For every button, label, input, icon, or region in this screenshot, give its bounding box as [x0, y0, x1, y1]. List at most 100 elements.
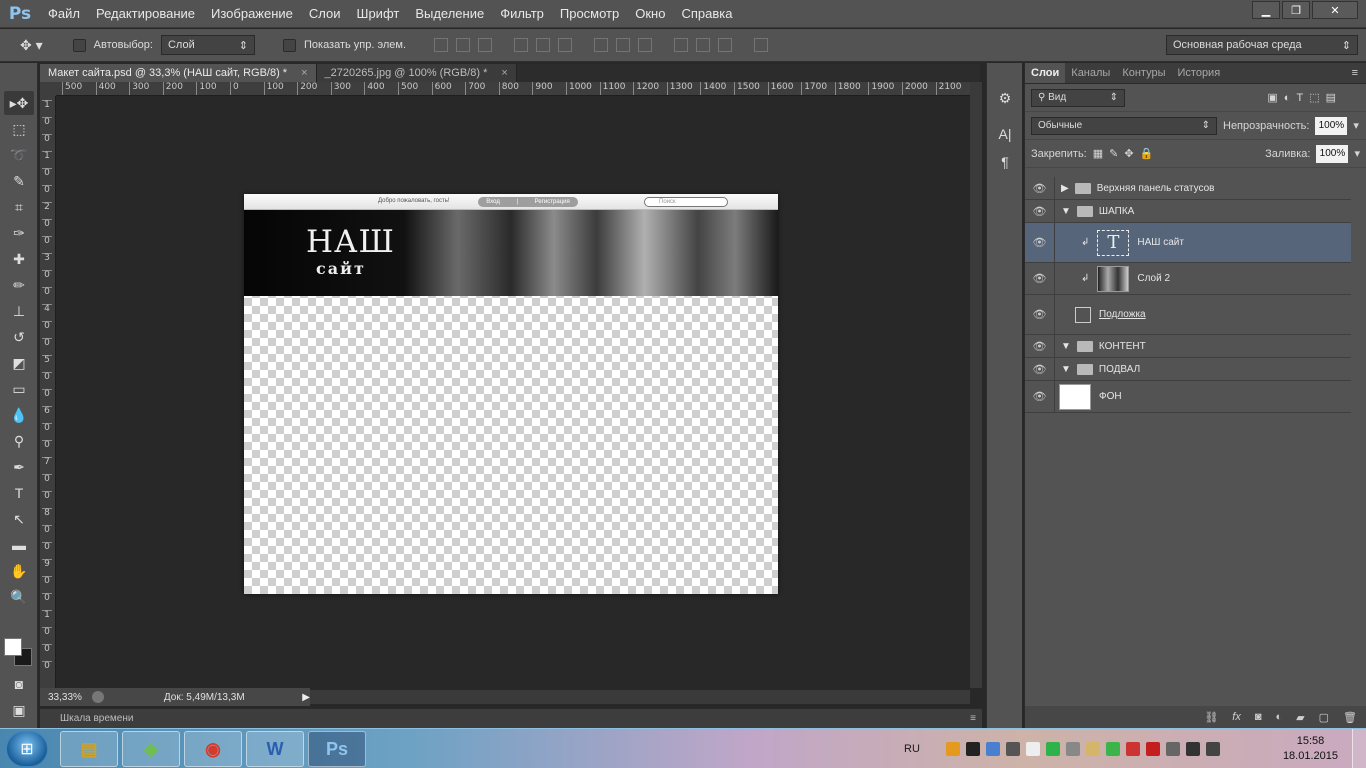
quick-select-tool-icon[interactable]: ✎: [4, 169, 34, 193]
gradient-tool-icon[interactable]: ▭: [4, 377, 34, 401]
blend-mode-dropdown[interactable]: Обычные ⇕: [1031, 116, 1217, 135]
menu-layers[interactable]: Слои: [301, 0, 349, 28]
menu-filter[interactable]: Фильтр: [492, 0, 552, 28]
lock-transparent-icon[interactable]: ▦: [1093, 147, 1103, 160]
link-layers-icon[interactable]: ⛓: [1204, 711, 1218, 724]
move-tool-icon[interactable]: ▸✥: [4, 91, 34, 115]
foreground-color-swatch[interactable]: [4, 638, 22, 656]
timeline-panel[interactable]: Шкала времени ≡: [40, 708, 982, 728]
eyedropper-tool-icon[interactable]: ✑: [4, 221, 34, 245]
tray-ati-icon[interactable]: [1145, 742, 1160, 756]
filter-pixel-icon[interactable]: ▣: [1267, 91, 1277, 104]
lock-position-icon[interactable]: ✥: [1124, 147, 1133, 160]
pen-tool-icon[interactable]: ✒: [4, 455, 34, 479]
status-options-icon[interactable]: [91, 691, 104, 703]
layer-row[interactable]: 👁 ▼ ПОДВАЛ: [1025, 358, 1351, 381]
screen-mode-icon[interactable]: ▣: [4, 698, 34, 722]
language-indicator[interactable]: RU: [904, 743, 920, 755]
new-layer-icon[interactable]: ▢: [1319, 711, 1329, 724]
panel-menu-icon[interactable]: ≡: [970, 713, 982, 724]
close-icon[interactable]: ×: [501, 64, 507, 82]
show-desktop-button[interactable]: [1352, 729, 1366, 768]
align-vcenter-icon[interactable]: [456, 38, 471, 52]
filter-shape-icon[interactable]: ⬚: [1309, 91, 1319, 104]
visibility-eye-icon[interactable]: 👁: [1025, 223, 1055, 262]
visibility-eye-icon[interactable]: 👁: [1025, 200, 1055, 222]
properties-icon[interactable]: ⚙: [993, 87, 1017, 109]
type-tool-icon[interactable]: T: [4, 481, 34, 505]
brush-tool-icon[interactable]: ✏: [4, 273, 34, 297]
zoom-tool-icon[interactable]: 🔍: [4, 585, 34, 609]
close-icon[interactable]: ×: [301, 64, 307, 82]
add-mask-icon[interactable]: ◙: [1255, 711, 1262, 723]
filter-smart-icon[interactable]: ▤: [1326, 91, 1336, 104]
auto-select-dropdown[interactable]: Слой ⇕: [160, 35, 255, 55]
lasso-tool-icon[interactable]: ➰: [4, 143, 34, 167]
explorer-taskbar-icon[interactable]: ▤: [60, 731, 118, 767]
disclosure-right-icon[interactable]: ▶: [1061, 183, 1069, 194]
dodge-tool-icon[interactable]: ⚲: [4, 429, 34, 453]
align-top-icon[interactable]: [434, 38, 449, 52]
visibility-eye-icon[interactable]: 👁: [1025, 263, 1055, 294]
tab-channels[interactable]: Каналы: [1065, 63, 1116, 83]
distribute-vcenter-icon[interactable]: [616, 38, 631, 52]
menu-window[interactable]: Окно: [627, 0, 673, 28]
canvas-area[interactable]: Добро пожаловать, гость! Вход | Регистра…: [56, 96, 970, 688]
chrome-taskbar-icon[interactable]: ◉: [184, 731, 242, 767]
word-taskbar-icon[interactable]: W: [246, 731, 304, 767]
visibility-eye-icon[interactable]: 👁: [1025, 295, 1055, 334]
layer-style-icon[interactable]: fx: [1232, 711, 1241, 723]
tray-warning-icon[interactable]: [1125, 742, 1140, 756]
new-group-icon[interactable]: ▰: [1296, 711, 1304, 724]
align-right-icon[interactable]: [558, 38, 573, 52]
vertical-scrollbar[interactable]: [970, 82, 982, 688]
vertical-ruler[interactable]: 1 0 0 1 0 0 2 0 0 3 0 0 4 0 0 5 0 0 6 0 0 7 0 0 8 0 0 9 0 0 1 0 0 0: [40, 96, 56, 688]
play-arrow-icon[interactable]: ▶: [302, 692, 310, 703]
layer-row[interactable]: 👁 ↲ Слой 2: [1025, 263, 1351, 295]
tray-flag-icon[interactable]: [1165, 742, 1180, 756]
menu-type[interactable]: Шрифт: [349, 0, 408, 28]
close-button[interactable]: ✕: [1312, 1, 1358, 19]
layer-row[interactable]: 👁 ФОН: [1025, 381, 1351, 413]
menu-select[interactable]: Выделение: [407, 0, 492, 28]
adjustment-layer-icon[interactable]: ◐: [1276, 711, 1283, 723]
workspace-dropdown[interactable]: Основная рабочая среда ⇕: [1166, 35, 1358, 55]
character-icon[interactable]: A|: [993, 123, 1017, 145]
document-canvas[interactable]: Добро пожаловать, гость! Вход | Регистра…: [244, 194, 778, 594]
distribute-hcenter-icon[interactable]: [696, 38, 711, 52]
paragraph-icon[interactable]: ¶: [993, 151, 1017, 173]
notes-taskbar-icon[interactable]: ◈: [122, 731, 180, 767]
tray-network-icon[interactable]: [985, 742, 1000, 756]
disclosure-down-icon[interactable]: ▼: [1061, 341, 1071, 352]
lock-all-icon[interactable]: 🔒: [1140, 147, 1154, 160]
eraser-tool-icon[interactable]: ◩: [4, 351, 34, 375]
disclosure-down-icon[interactable]: ▼: [1061, 364, 1071, 375]
history-brush-tool-icon[interactable]: ↺: [4, 325, 34, 349]
menu-help[interactable]: Справка: [673, 0, 740, 28]
layer-row[interactable]: 👁 Подложка: [1025, 295, 1351, 335]
minimize-button[interactable]: ▁: [1252, 1, 1280, 19]
menu-view[interactable]: Просмотр: [552, 0, 627, 28]
layer-row-selected[interactable]: 👁 ↲ T НАШ сайт: [1025, 223, 1351, 263]
auto-select-checkbox[interactable]: [72, 38, 86, 52]
tray-app-icon[interactable]: [965, 742, 980, 756]
clone-stamp-tool-icon[interactable]: ⊥: [4, 299, 34, 323]
tray-notes-icon[interactable]: [1025, 742, 1040, 756]
horizontal-ruler[interactable]: 500 400 300 200 100 0 100 200 300 400 500 600 700 800…: [56, 82, 970, 96]
auto-align-icon[interactable]: [754, 38, 769, 52]
align-hcenter-icon[interactable]: [536, 38, 551, 52]
path-select-tool-icon[interactable]: ↖: [4, 507, 34, 531]
distribute-left-icon[interactable]: [674, 38, 689, 52]
visibility-eye-icon[interactable]: 👁: [1025, 381, 1055, 412]
menu-image[interactable]: Изображение: [203, 0, 301, 28]
show-transform-checkbox[interactable]: [282, 38, 296, 52]
panel-menu-icon[interactable]: ≡: [1352, 63, 1366, 83]
start-button[interactable]: ⊞: [6, 731, 48, 767]
tab-maket[interactable]: Макет сайта.psd @ 33,3% (НАШ сайт, RGB/8…: [40, 64, 317, 82]
tray-shield-icon[interactable]: [1085, 742, 1100, 756]
filter-adjustment-icon[interactable]: ◐: [1284, 92, 1291, 104]
clock[interactable]: 15:58 18.01.2015: [1283, 734, 1338, 764]
chevron-down-icon[interactable]: ▾: [1354, 147, 1360, 160]
zoom-level[interactable]: 33,33%: [48, 692, 82, 703]
layer-row[interactable]: 👁 ▼ ШАПКА: [1025, 200, 1351, 223]
